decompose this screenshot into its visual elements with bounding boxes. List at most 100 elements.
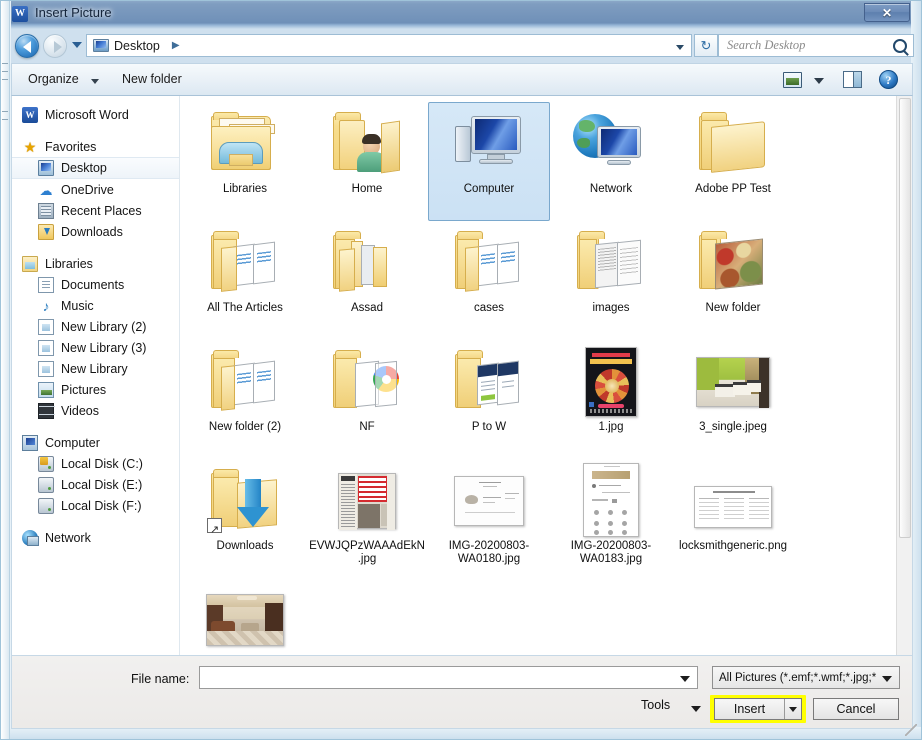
folder-icon — [327, 346, 407, 418]
libraries-folder-icon — [205, 108, 285, 180]
back-arrow-icon[interactable] — [15, 34, 39, 58]
chevron-down-icon[interactable] — [680, 676, 690, 682]
list-item[interactable]: rec_640x420.jpeg — [184, 578, 306, 655]
sidebar-item-label: Local Disk (E:) — [61, 477, 143, 492]
list-item[interactable]: Adobe PP Test — [672, 102, 794, 221]
chevron-down-icon[interactable] — [814, 78, 824, 84]
list-item[interactable]: Libraries — [184, 102, 306, 221]
list-item[interactable]: New folder (2) — [184, 340, 306, 459]
refresh-icon[interactable]: ↻ — [694, 34, 718, 57]
sidebar-group-network[interactable]: Network — [12, 527, 179, 548]
sidebar-item-new-library[interactable]: New Library — [12, 358, 179, 379]
sidebar-group-libraries[interactable]: Libraries — [12, 253, 179, 274]
sidebar-item-label: Local Disk (C:) — [61, 456, 143, 471]
preview-pane-icon[interactable] — [843, 71, 862, 88]
list-item-label: Assad — [351, 302, 383, 314]
sidebar-item-music[interactable]: ♪ Music — [12, 295, 179, 316]
address-bar-breadcrumb[interactable]: Desktop ▶ — [86, 34, 690, 57]
close-button[interactable]: ✕ — [864, 3, 910, 22]
file-name-input[interactable] — [199, 666, 698, 689]
list-item[interactable]: Assad — [306, 221, 428, 340]
list-item[interactable]: Computer — [428, 102, 550, 221]
list-item[interactable]: locksmithgeneric.png — [672, 459, 794, 578]
sidebar-item-local-disk-f[interactable]: Local Disk (F:) — [12, 495, 179, 516]
sidebar-item-local-disk-e[interactable]: Local Disk (E:) — [12, 474, 179, 495]
list-item[interactable]: Home — [306, 102, 428, 221]
list-item-label: All The Articles — [207, 302, 283, 314]
tools-button[interactable]: Tools — [641, 698, 670, 712]
list-item[interactable]: New folder — [672, 221, 794, 340]
change-view-icon[interactable] — [783, 72, 802, 88]
list-item[interactable]: 1.jpg — [550, 340, 672, 459]
list-item[interactable]: NF — [306, 340, 428, 459]
help-icon[interactable]: ? — [879, 70, 898, 89]
sidebar-item-local-disk-c[interactable]: Local Disk (C:) — [12, 453, 179, 474]
sidebar-item-microsoft-word[interactable]: W Microsoft Word — [12, 104, 179, 125]
title-bar: W Insert Picture ✕ — [1, 1, 921, 29]
address-dropdown-button[interactable] — [670, 34, 692, 57]
breadcrumb-chevron-icon[interactable]: ▶ — [172, 40, 180, 51]
sidebar-item-pictures[interactable]: Pictures — [12, 379, 179, 400]
background-scrollbar-strip[interactable] — [1, 1, 10, 739]
list-item-label: images — [592, 302, 630, 314]
sidebar-item-desktop[interactable]: Desktop — [12, 157, 179, 179]
sidebar-item-new-library-2[interactable]: New Library (2) — [12, 316, 179, 337]
sidebar-group-label: Libraries — [45, 256, 93, 271]
list-item[interactable]: 3_single.jpeg — [672, 340, 794, 459]
cancel-button[interactable]: Cancel — [813, 698, 899, 720]
chevron-down-icon[interactable] — [91, 79, 99, 84]
new-folder-button[interactable]: New folder — [122, 72, 182, 86]
list-item[interactable]: ↗ Downloads — [184, 459, 306, 578]
sidebar-item-new-library-3[interactable]: New Library (3) — [12, 337, 179, 358]
sidebar-item-downloads[interactable]: Downloads — [12, 221, 179, 242]
search-input[interactable]: Search Desktop — [727, 38, 805, 53]
file-list[interactable]: Libraries Home Computer Network Adobe PP… — [180, 96, 912, 655]
scrollbar-thumb[interactable] — [899, 98, 911, 538]
file-type-filter-value: All Pictures (*.emf;*.wmf;*.jpg;* — [719, 671, 877, 684]
list-item[interactable]: images — [550, 221, 672, 340]
insert-dropdown-arrow-icon[interactable] — [784, 699, 801, 719]
document-icon — [38, 276, 54, 293]
word-app-icon: W — [12, 6, 28, 22]
sidebar-item-recent-places[interactable]: Recent Places — [12, 200, 179, 221]
file-type-filter-select[interactable]: All Pictures (*.emf;*.wmf;*.jpg;* — [712, 666, 900, 689]
sidebar-item-label: OneDrive — [61, 182, 114, 197]
chevron-down-icon[interactable] — [882, 676, 892, 682]
list-item[interactable]: cases — [428, 221, 550, 340]
resize-grip[interactable] — [905, 724, 917, 736]
forward-arrow-icon[interactable] — [43, 34, 67, 58]
search-icon[interactable] — [893, 39, 907, 53]
folder-icon — [449, 227, 529, 299]
list-item[interactable]: All The Articles — [184, 221, 306, 340]
network-icon — [571, 108, 651, 180]
dialog-body: W Microsoft Word ★ Favorites Desktop ☁ O… — [11, 96, 913, 656]
list-item[interactable]: IMG-20200803-WA0180.jpg — [428, 459, 550, 578]
list-item[interactable]: EVWJQPzWAAAdEkN.jpg — [306, 459, 428, 578]
sidebar-group-label: Favorites — [45, 139, 97, 154]
videos-icon — [38, 402, 55, 419]
list-item[interactable]: Network — [550, 102, 672, 221]
list-item[interactable]: IMG-20200803-WA0183.jpg — [550, 459, 672, 578]
list-item-label: IMG-20200803-WA0183.jpg — [570, 540, 652, 565]
list-item[interactable]: P to W — [428, 340, 550, 459]
file-list-scrollbar[interactable] — [896, 96, 912, 655]
organize-button[interactable]: Organize — [28, 72, 79, 86]
word-icon: W — [22, 106, 38, 123]
recent-places-icon — [38, 202, 54, 219]
list-item-label: 1.jpg — [598, 421, 624, 433]
insert-button[interactable]: Insert — [714, 698, 802, 720]
chevron-down-icon[interactable] — [691, 706, 701, 712]
history-dropdown-icon[interactable] — [72, 42, 82, 48]
sidebar-item-label: Recent Places — [61, 203, 142, 218]
sidebar-item-label: New Library (2) — [61, 319, 147, 334]
sidebar-group-computer[interactable]: Computer — [12, 432, 179, 453]
library-item-icon — [38, 360, 54, 377]
search-box[interactable]: Search Desktop — [718, 34, 914, 57]
sidebar-group-favorites[interactable]: ★ Favorites — [12, 136, 179, 157]
sidebar-item-documents[interactable]: Documents — [12, 274, 179, 295]
sidebar-item-onedrive[interactable]: ☁ OneDrive — [12, 179, 179, 200]
insert-picture-dialog: W Insert Picture ✕ Desktop ▶ ↻ Search De… — [0, 0, 922, 740]
sidebar-item-videos[interactable]: Videos — [12, 400, 179, 421]
computer-icon — [449, 108, 529, 180]
breadcrumb-current-path[interactable]: Desktop — [114, 39, 160, 53]
